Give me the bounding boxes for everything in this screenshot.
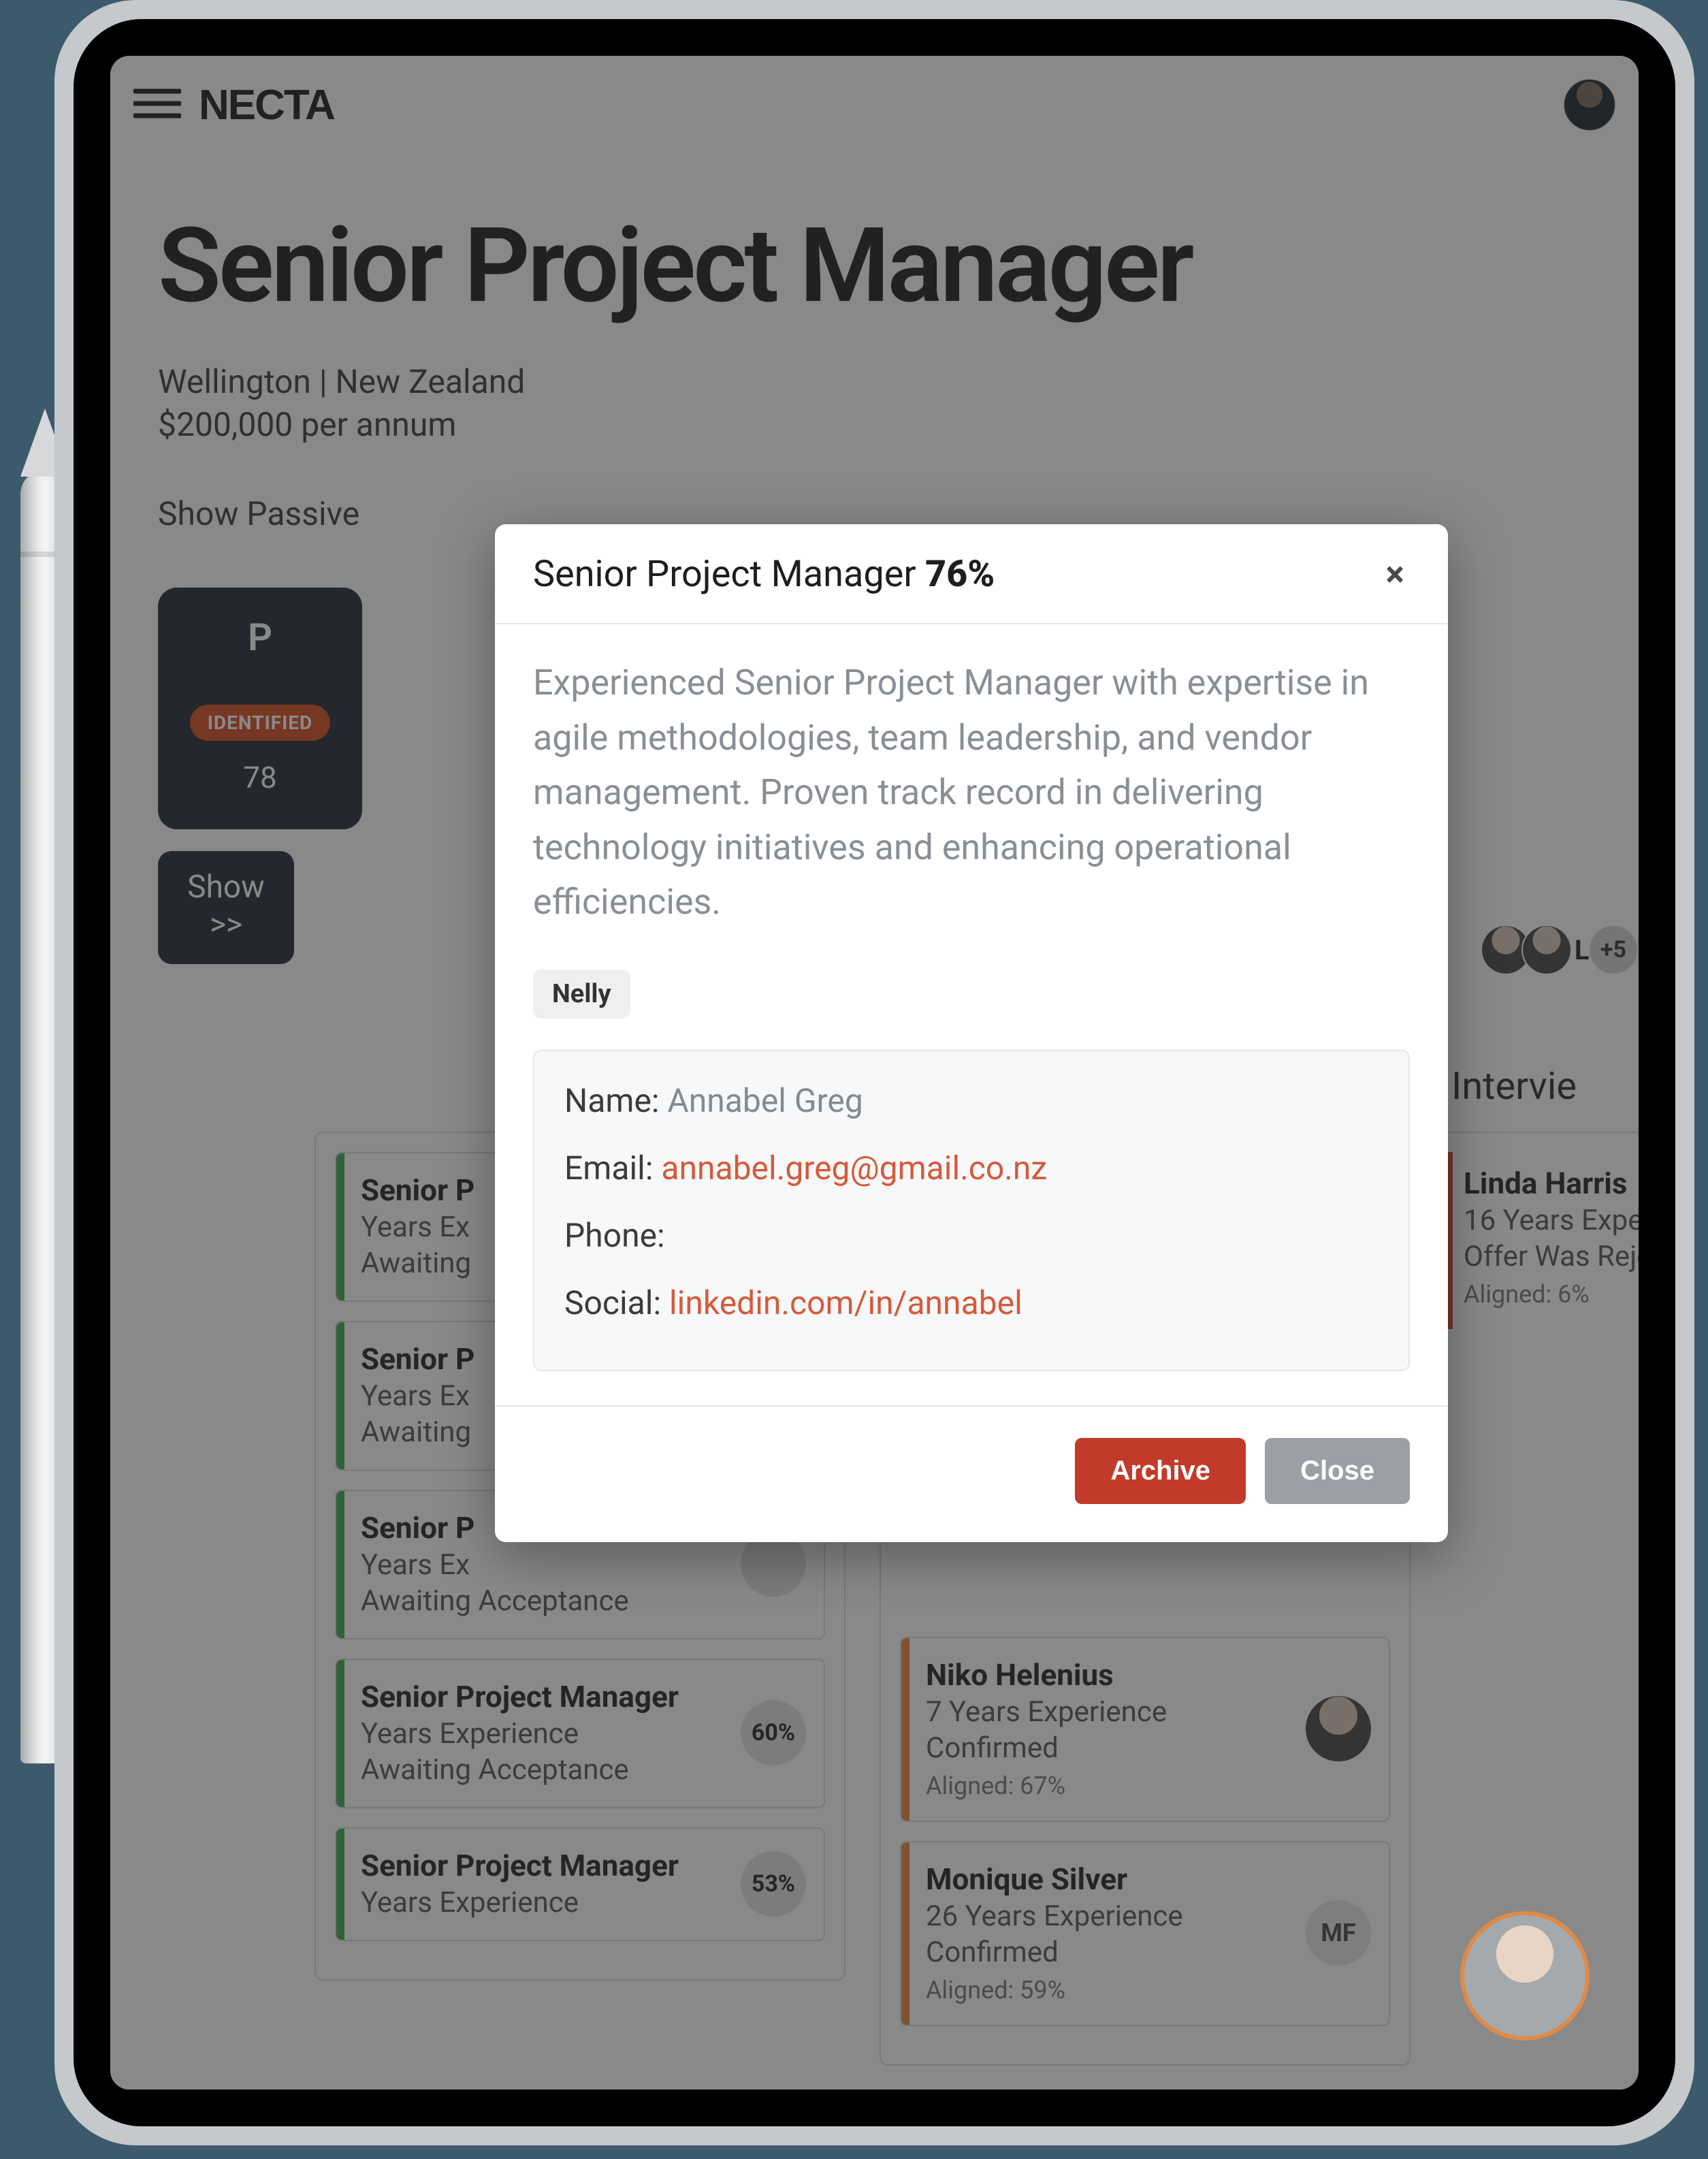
contact-social-label: Social:: [564, 1283, 661, 1322]
contact-name-value: Annabel Greg: [667, 1081, 863, 1120]
contact-social-value[interactable]: linkedin.com/in/annabel: [669, 1283, 1022, 1322]
source-tag: Nelly: [533, 970, 630, 1019]
modal-title-pct: 76%: [925, 553, 995, 596]
modal-title: Senior Project Manager 76%: [533, 553, 995, 596]
candidate-detail-modal: Senior Project Manager 76% × Experienced…: [495, 524, 1448, 1542]
candidate-summary: Experienced Senior Project Manager with …: [533, 656, 1410, 930]
contact-name-label: Name:: [564, 1081, 660, 1120]
assistant-bot-avatar[interactable]: [1460, 1911, 1590, 2041]
close-button[interactable]: Close: [1265, 1438, 1410, 1504]
contact-email-label: Email:: [564, 1149, 653, 1187]
close-icon[interactable]: ×: [1380, 554, 1410, 595]
app-screen: NECTA Senior Project Manager Wellington …: [110, 56, 1639, 2090]
contact-phone-label: Phone:: [564, 1216, 665, 1255]
archive-button[interactable]: Archive: [1075, 1438, 1246, 1504]
modal-title-role: Senior Project Manager: [533, 553, 916, 596]
tablet-frame: NECTA Senior Project Manager Wellington …: [54, 0, 1694, 2145]
contact-box: Name: Annabel Greg Email: annabel.greg@g…: [533, 1050, 1410, 1371]
contact-email-value[interactable]: annabel.greg@gmail.co.nz: [661, 1149, 1047, 1187]
